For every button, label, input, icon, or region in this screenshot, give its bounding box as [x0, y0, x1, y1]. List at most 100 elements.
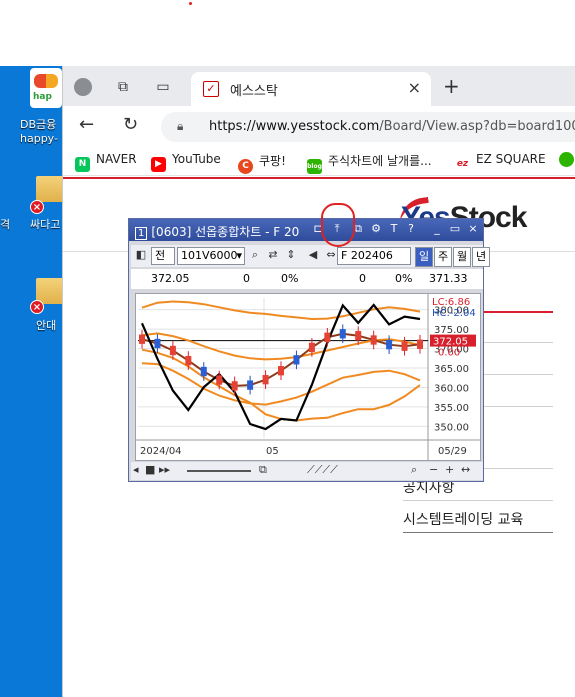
candle-body [417, 339, 423, 349]
play-icon[interactable]: ▸▸ [159, 463, 170, 476]
speaker-icon[interactable]: ◀︎ [305, 247, 321, 265]
cup-icon [559, 152, 574, 167]
ez-icon: ez [455, 157, 470, 172]
candle-body [401, 341, 408, 351]
info-last: 371.33 [429, 272, 468, 285]
y-tick-label: 350.00 [434, 422, 469, 433]
popup-title-text: [0603] 선옵종합차트 - F 20 [151, 225, 300, 239]
info-v1: 0 [243, 272, 250, 285]
desktop-icon-label: 안대 [36, 319, 57, 332]
bookmark-naver[interactable]: N NAVER [75, 152, 137, 172]
back-arrow-icon[interactable]: ← [79, 114, 94, 135]
candle-body [231, 381, 238, 391]
candle-body [247, 380, 254, 390]
info-p2: 0% [395, 272, 413, 285]
help-icon[interactable]: ? [404, 222, 418, 236]
x-tick-label: 2024/04 [140, 446, 182, 457]
browser-tab[interactable]: ✓ 예스스탁 × [191, 72, 431, 106]
y-tick-label: 375.00 [434, 325, 469, 336]
popup-title: 1 [0603] 선옵종합차트 - F 20 [135, 223, 299, 240]
bookmark-label: YouTube [172, 152, 221, 166]
y-tick-label: 355.00 [434, 403, 469, 414]
candle-body [169, 345, 176, 356]
error-badge-icon: × [30, 200, 44, 214]
bookmark-youtube[interactable]: ▶ YouTube [151, 152, 221, 172]
bookmarks-bar: N NAVER ▶ YouTube C 쿠팡! blog 주식차트에 날개를... ez… [63, 146, 575, 176]
code-value: 101V6000 [181, 249, 238, 262]
bookmark-blog[interactable]: blog 주식차트에 날개를... [307, 152, 432, 174]
zoom-out-icon[interactable]: − [429, 463, 438, 476]
maximize-icon[interactable]: ▭ [448, 222, 462, 236]
popup-number: 1 [135, 227, 148, 240]
bookmark-more[interactable] [559, 152, 575, 167]
bookmark-label: NAVER [96, 152, 137, 166]
url-text: https://www.yesstock.com/Board/View.asp?… [209, 119, 575, 134]
chart-area[interactable]: 380.00 375.00 370.00 365.00 360.00 355.00 350.… [135, 293, 481, 461]
tab-actions-icon[interactable]: ▭ [153, 77, 173, 97]
candle-body [324, 332, 331, 342]
popup-title-bar[interactable]: 1 [0603] 선옵종합차트 - F 20 ⊏ ⤒ ⧉ ⚙︎ T ? _ ▭ × [129, 219, 483, 241]
scroll-left-icon[interactable]: ◂ [133, 463, 139, 476]
current-price-label: 372.05 [433, 337, 468, 348]
code-select[interactable]: 101V6000 ▾ [177, 247, 245, 265]
address-bar-row: ← ↻ 🔒︎ https://www.yesstock.com/Board/Vi… [63, 106, 575, 146]
desktop-icon-label: DB금융 [20, 118, 57, 131]
tab-day[interactable]: 일 [415, 247, 433, 267]
tab-year[interactable]: 년 [472, 247, 490, 267]
profile-icon[interactable] [73, 77, 93, 97]
coupang-icon: C [238, 159, 253, 174]
text-icon[interactable]: T [387, 222, 401, 236]
menu-item-systrading-edu[interactable]: 시스템트레이딩 교육 [403, 503, 553, 533]
candle-body [355, 331, 362, 341]
panel-toggle-icon[interactable]: ◧ [133, 247, 149, 265]
magnify-icon[interactable]: ⌕ [411, 463, 417, 477]
y-tick-label: 360.00 [434, 383, 469, 394]
bookmark-coupang[interactable]: C 쿠팡! [238, 152, 286, 174]
desktop: hap DB금융 happy- × 싸다고 격 × 안대 [0, 66, 66, 697]
jeon-button[interactable]: 전 [151, 247, 175, 265]
zero-label: 0.00 [438, 348, 460, 359]
tab-week[interactable]: 주 [434, 247, 452, 267]
db-app-icon[interactable]: hap [30, 68, 62, 108]
tab-close-icon[interactable]: × [408, 78, 421, 97]
search-icon[interactable]: ⌕ [247, 247, 263, 265]
new-tab-button[interactable]: + [443, 74, 460, 98]
stepper-icon[interactable]: ⇕ [283, 247, 299, 265]
zoom-window-icon[interactable]: ⧉ [259, 463, 267, 477]
stop-icon[interactable]: ■ [145, 463, 155, 476]
tab-month[interactable]: 월 [453, 247, 471, 267]
close-icon[interactable]: × [466, 222, 480, 236]
draw-tools-icon[interactable]: ⟋⟋⟋⟋ [307, 463, 338, 477]
month-value: 202406 [350, 249, 393, 262]
label-f: F [341, 249, 348, 262]
candle-body [185, 355, 192, 366]
tab-title: 예스스탁 [230, 84, 278, 99]
bookmark-ezsquare[interactable]: ez EZ SQUARE [455, 152, 546, 172]
url-field[interactable]: 🔒︎ https://www.yesstock.com/Board/View.a… [161, 112, 575, 142]
lock-icon[interactable]: 🔒︎ [177, 119, 183, 134]
zoom-in-icon[interactable]: + [445, 463, 454, 476]
price-info-row: 372.05 0 0% 0 0% 371.33 [131, 269, 483, 289]
candle-body [308, 342, 315, 353]
url-host: https://www.yesstock.com [209, 119, 380, 134]
candle-body [293, 355, 300, 365]
settings-icon[interactable]: ⚙︎ [369, 222, 383, 236]
month-field[interactable]: F 202406 [337, 247, 411, 265]
url-path: /Board/View.asp?db=board10003 [379, 119, 575, 134]
lc-label: LC:6.86 [432, 297, 470, 308]
y-tick-label: 365.00 [434, 364, 469, 375]
x-tick-label: 05 [266, 446, 279, 457]
error-badge-icon: × [30, 300, 44, 314]
minimize-icon[interactable]: _ [430, 222, 444, 236]
compare-icon[interactable]: ⇄ [265, 247, 281, 265]
popup-bottom-bar: ◂ ■ ▸▸ ⧉ ⟋⟋⟋⟋ ⌕ − + ↔ [131, 462, 483, 480]
fit-icon[interactable]: ↔ [461, 463, 470, 476]
chart-popup-window[interactable]: 1 [0603] 선옵종합차트 - F 20 ⊏ ⤒ ⧉ ⚙︎ T ? _ ▭ ×… [128, 218, 490, 482]
bookmark-label: 쿠팡! [259, 154, 286, 168]
candle-body [200, 366, 207, 377]
candle-body [386, 340, 393, 350]
scroll-slider[interactable] [187, 470, 251, 472]
workspaces-icon[interactable]: ⧉ [113, 77, 133, 97]
refresh-icon[interactable]: ↻ [123, 114, 138, 135]
candle-body [339, 329, 346, 339]
